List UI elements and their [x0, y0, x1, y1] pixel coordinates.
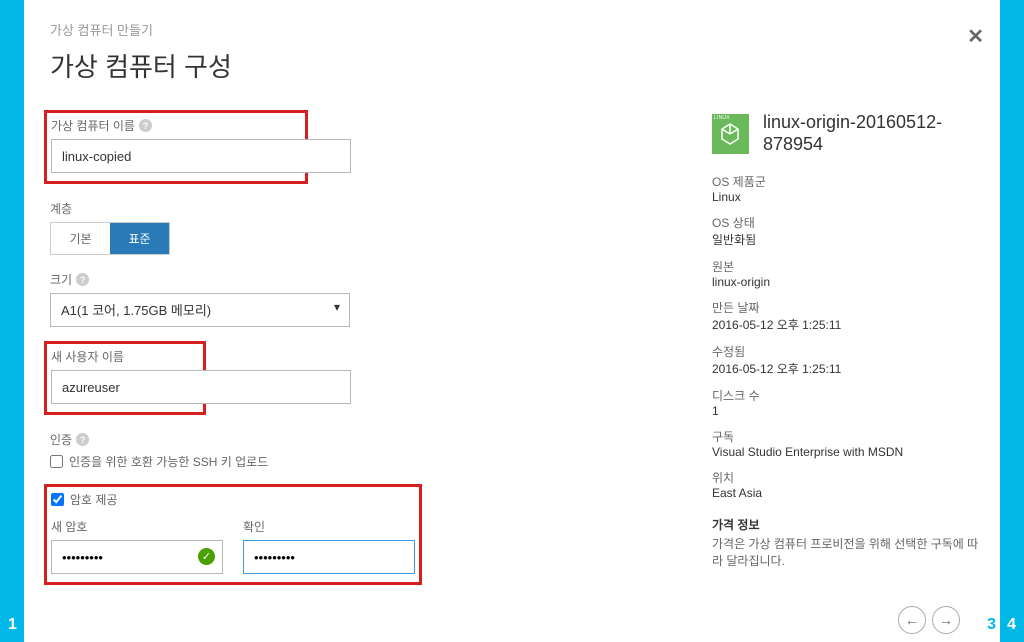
vm-name-label: 가상 컴퓨터 이름: [51, 117, 135, 134]
help-icon[interactable]: ?: [139, 119, 152, 132]
os-family-value: Linux: [712, 190, 984, 204]
prev-arrow-button[interactable]: ←: [898, 606, 926, 634]
os-state-value: 일반화됨: [712, 231, 984, 248]
confirm-password-input[interactable]: [243, 540, 415, 574]
location-value: East Asia: [712, 486, 984, 500]
size-select[interactable]: A1(1 코어, 1.75GB 메모리): [50, 293, 350, 327]
tier-basic-tab[interactable]: 기본: [51, 223, 110, 254]
tier-label: 계층: [50, 200, 72, 217]
check-ok-icon: ✓: [198, 548, 215, 565]
ssh-upload-checkbox[interactable]: [50, 455, 63, 468]
os-state-label: OS 상태: [712, 214, 984, 231]
source-value: linux-origin: [712, 275, 984, 289]
breadcrumb: 가상 컴퓨터 만들기: [50, 20, 984, 39]
source-label: 원본: [712, 258, 984, 275]
size-label: 크기: [50, 271, 72, 288]
created-label: 만든 날짜: [712, 299, 984, 316]
modified-value: 2016-05-12 오후 1:25:11: [712, 360, 984, 377]
username-input[interactable]: [51, 370, 351, 404]
pricing-label: 가격 정보: [712, 516, 984, 533]
close-icon[interactable]: ✕: [967, 24, 984, 49]
tier-standard-tab[interactable]: 표준: [110, 223, 169, 254]
step-number-1: 1: [8, 616, 17, 634]
next-arrow-button[interactable]: →: [932, 606, 960, 634]
linux-os-icon: [712, 114, 749, 154]
help-icon[interactable]: ?: [76, 273, 89, 286]
step-number-4: 4: [1007, 616, 1016, 634]
pricing-desc: 가격은 가상 컴퓨터 프로비전을 위해 선택한 구독에 따라 달라집니다.: [712, 536, 984, 570]
disk-count-value: 1: [712, 404, 984, 418]
location-label: 위치: [712, 469, 984, 486]
auth-label: 인증: [50, 431, 72, 448]
created-value: 2016-05-12 오후 1:25:11: [712, 316, 984, 333]
new-password-label: 새 암호: [51, 518, 87, 535]
subscription-value: Visual Studio Enterprise with MSDN: [712, 445, 984, 459]
confirm-password-label: 확인: [243, 518, 265, 535]
modified-label: 수정됨: [712, 343, 984, 360]
subscription-label: 구독: [712, 428, 984, 445]
ssh-upload-label: 인증을 위한 호환 가능한 SSH 키 업로드: [69, 453, 268, 470]
image-name-title: linux-origin-20160512-878954: [763, 112, 984, 155]
vm-name-input[interactable]: [51, 139, 351, 173]
disk-count-label: 디스크 수: [712, 387, 984, 404]
username-label: 새 사용자 이름: [51, 348, 124, 365]
os-family-label: OS 제품군: [712, 173, 984, 190]
password-provide-checkbox[interactable]: [51, 493, 64, 506]
step-number-3: 3: [987, 616, 996, 634]
password-provide-label: 암호 제공: [70, 491, 118, 508]
page-title: 가상 컴퓨터 구성: [50, 47, 984, 84]
help-icon[interactable]: ?: [76, 433, 89, 446]
